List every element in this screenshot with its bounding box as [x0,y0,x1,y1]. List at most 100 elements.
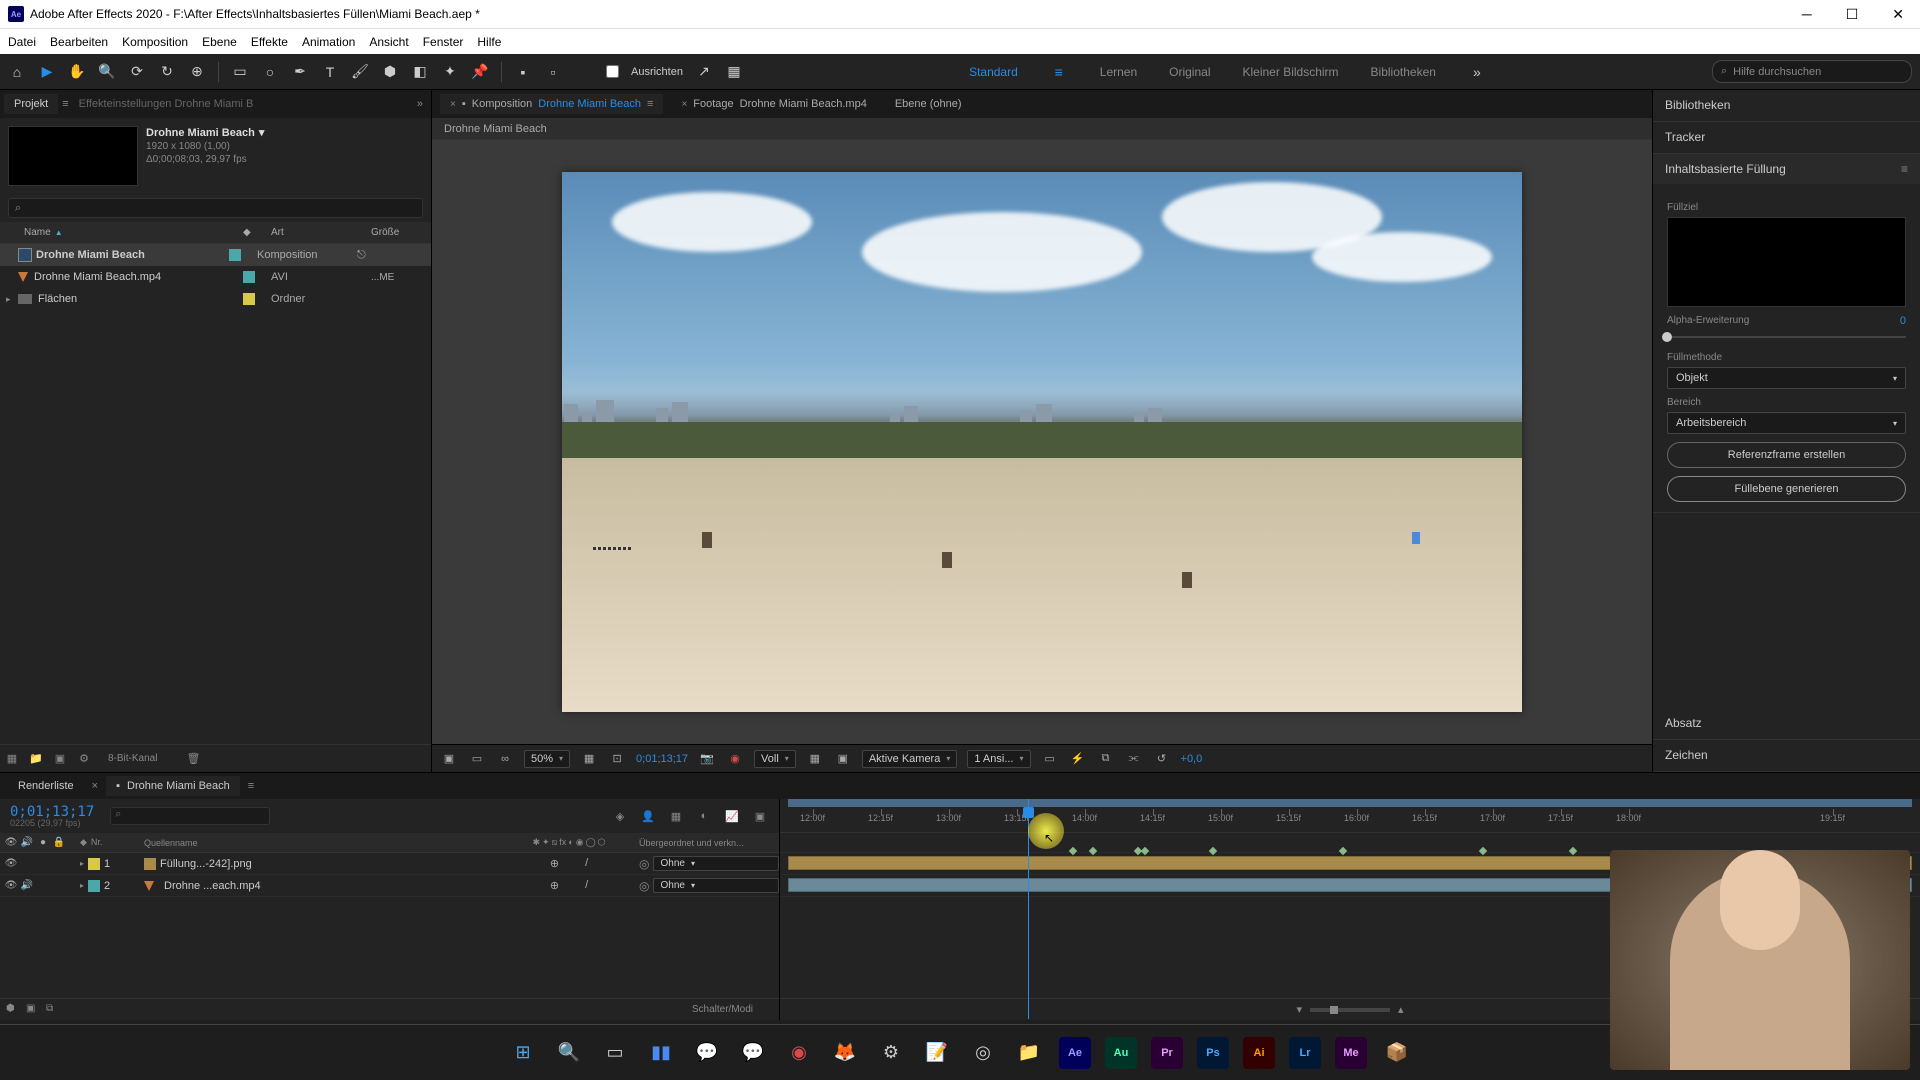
layer-row-1[interactable]: 👁 ▸ 1 Füllung...-242].png ⊕ / [0,853,779,875]
workspace-lernen[interactable]: Lernen [1100,65,1137,79]
fill-swatch[interactable]: ▪ [514,63,532,81]
help-search[interactable]: ⌕ Hilfe durchsuchen [1712,60,1912,83]
layer-switch[interactable]: / [585,857,588,870]
panel-absatz[interactable]: Absatz [1653,708,1920,738]
col-nr[interactable]: Nr. [91,837,103,848]
teams-icon[interactable]: 💬 [685,1031,729,1075]
col-parent[interactable]: Übergeordnet und verkn... [639,838,779,848]
row-swatch[interactable] [243,293,255,305]
tab-renderlist[interactable]: Renderliste [8,776,84,796]
viewer-timecode[interactable]: 0;01;13;17 [636,753,688,765]
alpha-expansion-value[interactable]: 0 [1900,315,1906,327]
toggle-switches-icon[interactable]: ⬢ [6,1003,20,1017]
pickwhip-icon[interactable]: ◎ [639,857,649,871]
layer-name[interactable]: Füllung...-242].png [160,858,252,870]
res-toggle-icon[interactable]: ▦ [580,751,598,767]
time-ruler[interactable]: 12:00f 12:15f 13:00f 13:15f 14:00f 14:15… [780,799,1920,833]
layer-switch[interactable]: ⊕ [550,879,559,892]
col-solo-icon[interactable]: ● [36,836,50,850]
motion-blur-icon[interactable]: ◐ [695,807,713,825]
menu-ebene[interactable]: Ebene [202,35,237,49]
menu-komposition[interactable]: Komposition [122,35,188,49]
expand-icon[interactable]: ▸ [80,881,84,890]
pen-tool[interactable]: ✒ [291,63,309,81]
tab-close-icon[interactable]: × [681,99,687,110]
col-type[interactable]: Art [271,227,371,238]
ellipse-tool[interactable]: ○ [261,63,279,81]
resolution-dropdown[interactable]: Voll [754,750,796,768]
switch-col-icon[interactable]: ✱ [532,837,540,848]
puppet-tool[interactable]: 📌 [471,63,489,81]
switches-modes-toggle[interactable]: Schalter/Modi [692,1004,753,1015]
close-button[interactable]: ✕ [1884,6,1912,23]
workspace-overflow-icon[interactable]: » [1468,63,1486,81]
menu-effekte[interactable]: Effekte [251,35,288,49]
minimize-button[interactable]: ─ [1794,6,1820,23]
asset-row-comp[interactable]: Drohne Miami Beach Komposition ⎋ [0,244,431,266]
viewer-tab-comp[interactable]: × ▪ Komposition Drohne Miami Beach ≡ [440,94,663,114]
premiere-icon[interactable]: Pr [1145,1031,1189,1075]
layer-name[interactable]: Drohne ...each.mp4 [164,880,261,892]
panel-content-aware-fill[interactable]: Inhaltsbasierte Füllung ≡ [1653,154,1920,184]
parent-dropdown[interactable]: Ohne [653,856,779,871]
menu-fenster[interactable]: Fenster [423,35,464,49]
home-tool[interactable]: ⌂ [8,63,26,81]
expand-icon[interactable]: ▸ [80,859,84,868]
search-button[interactable]: 🔍 [547,1031,591,1075]
frame-blend-icon[interactable]: ▦ [667,807,685,825]
menu-animation[interactable]: Animation [302,35,355,49]
lightroom-icon[interactable]: Lr [1283,1031,1327,1075]
lock-icon[interactable]: ▪ [116,780,120,792]
project-comp-name[interactable]: Drohne Miami Beach ▾ [146,126,264,139]
switch-col-icon[interactable]: ⬡ [598,837,606,848]
color-mgmt-icon[interactable]: ◉ [726,751,744,767]
workspace-biblio[interactable]: Bibliotheken [1371,65,1436,79]
lock-icon[interactable]: ▪ [462,98,466,110]
toggle-pane-icon[interactable]: ⧉ [46,1003,60,1017]
explorer-icon[interactable]: 📁 [1007,1031,1051,1075]
snap-checkbox[interactable] [606,65,619,78]
zoom-tool[interactable]: 🔍 [98,63,116,81]
safe-zones-icon[interactable]: ⊡ [608,751,626,767]
media-encoder-icon[interactable]: Me [1329,1031,1373,1075]
stamp-tool[interactable]: ⬢ [381,63,399,81]
layer-switch[interactable]: / [585,879,588,892]
roto-tool[interactable]: ✦ [441,63,459,81]
project-search[interactable]: ⌕ [8,198,423,218]
col-name[interactable]: Name [24,227,51,238]
settings-icon[interactable]: ⚙ [76,751,92,767]
workspace-standard[interactable]: Standard [969,65,1018,79]
tab-effect-settings[interactable]: Effekteinstellungen Drohne Miami B [69,94,264,114]
snap-options-icon[interactable]: ↗ [695,63,713,81]
col-source-name[interactable]: Quellenname [140,838,499,848]
app-icon[interactable]: ⚙ [869,1031,913,1075]
col-audio-icon[interactable]: 🔊 [20,836,34,850]
parent-dropdown[interactable]: Ohne [653,878,779,893]
exposure-value[interactable]: +0,0 [1181,753,1203,765]
workspace-kleiner[interactable]: Kleiner Bildschirm [1243,65,1339,79]
row-swatch[interactable] [243,271,255,283]
region-icon[interactable]: ▣ [834,751,852,767]
tab-project[interactable]: Projekt [4,94,58,114]
workspace-original[interactable]: Original [1169,65,1210,79]
app-icon[interactable]: 📦 [1375,1031,1419,1075]
zoom-dropdown[interactable]: 50% [524,750,570,768]
illustrator-icon[interactable]: Ai [1237,1031,1281,1075]
start-button[interactable]: ⊞ [501,1031,545,1075]
brush-tool[interactable]: 🖌 [351,63,369,81]
col-visibility-icon[interactable]: 👁 [4,836,18,850]
asset-row-footage[interactable]: Drohne Miami Beach.mp4 AVI ...ME [0,266,431,288]
fast-preview-icon[interactable]: ⚡ [1069,751,1087,767]
composition-preview[interactable] [562,172,1522,712]
layer-label-swatch[interactable] [88,858,100,870]
trash-icon[interactable]: 🗑 [185,751,201,767]
switch-col-icon[interactable]: ◯ [586,837,596,848]
pickwhip-icon[interactable]: ◎ [639,879,649,893]
panel-menu-icon[interactable]: ≡ [1901,162,1908,176]
menu-ansicht[interactable]: Ansicht [369,35,408,49]
pixel-aspect-icon[interactable]: ▭ [1041,751,1059,767]
tab-close-icon[interactable]: × [450,99,456,110]
zoom-out-icon[interactable]: ▾ [1296,1003,1302,1016]
graph-editor-icon[interactable]: 📈 [723,807,741,825]
app-icon[interactable]: ◉ [777,1031,821,1075]
